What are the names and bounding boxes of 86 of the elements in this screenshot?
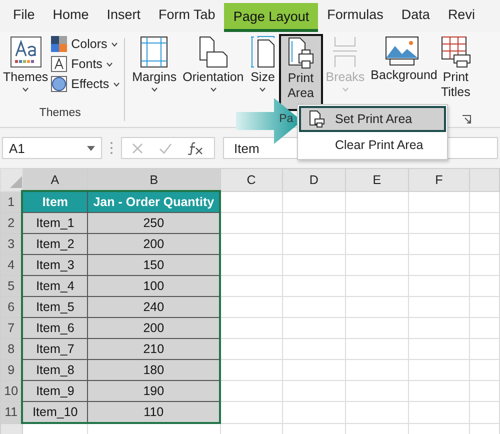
ribbon-tab[interactable]: Formulas bbox=[318, 0, 392, 32]
table-cell: 100 bbox=[88, 276, 220, 296]
table-cell: Item_5 bbox=[22, 296, 88, 318]
dropdown-arrow-icon bbox=[87, 146, 95, 150]
check-icon[interactable] bbox=[159, 142, 172, 154]
column-header[interactable]: F bbox=[408, 168, 470, 191]
select-all-icon[interactable] bbox=[10, 176, 22, 188]
group-label: Themes bbox=[38, 107, 82, 121]
dialog-launcher-icon[interactable] bbox=[462, 114, 471, 124]
column-header[interactable]: D bbox=[282, 168, 346, 191]
caret-icon bbox=[22, 87, 30, 92]
header-cell: Item bbox=[22, 191, 88, 212]
page-break-icon bbox=[332, 36, 358, 68]
table-cell: 250 bbox=[88, 212, 220, 234]
row-header[interactable]: 3 bbox=[0, 234, 22, 254]
row-header[interactable]: 7 bbox=[0, 318, 22, 338]
ribbon-button[interactable]: Print Area bbox=[278, 34, 323, 111]
table-cell: Item_3 bbox=[22, 254, 88, 276]
table-cell: Item_2 bbox=[22, 234, 88, 254]
column-header[interactable]: C bbox=[220, 168, 282, 191]
row-header[interactable]: 4 bbox=[0, 254, 22, 276]
theme-option-button[interactable]: Effects bbox=[51, 76, 120, 92]
pages-icon bbox=[198, 36, 228, 68]
header-cell: Jan - Order Quantity bbox=[88, 191, 220, 212]
theme-option-button[interactable]: Colors bbox=[51, 36, 120, 52]
row-header[interactable]: 6 bbox=[0, 296, 22, 318]
color-squares-icon bbox=[51, 36, 68, 52]
row-header[interactable]: 9 bbox=[0, 360, 22, 380]
caret-icon bbox=[259, 87, 266, 92]
circle-icon bbox=[51, 76, 68, 92]
table-cell: 200 bbox=[88, 234, 220, 254]
name-box[interactable]: A1 bbox=[2, 137, 102, 159]
font-letter-icon bbox=[51, 56, 68, 72]
table-cell: 190 bbox=[88, 380, 220, 402]
caret-icon bbox=[342, 87, 349, 92]
table-cell: Item_4 bbox=[22, 276, 88, 296]
ribbon-button[interactable]: Orientation bbox=[180, 34, 247, 111]
table-cell: 240 bbox=[88, 296, 220, 318]
cancel-icon[interactable] bbox=[132, 142, 143, 154]
row-header[interactable]: 10 bbox=[0, 380, 22, 402]
row-header[interactable]: 2 bbox=[0, 212, 22, 234]
caret-icon bbox=[111, 42, 118, 46]
table-cell: 200 bbox=[88, 318, 220, 338]
column-header[interactable]: B bbox=[88, 168, 220, 191]
row-header[interactable]: 1 bbox=[0, 191, 22, 212]
table-cell: Item_10 bbox=[22, 402, 88, 423]
theme-option-button[interactable]: Fonts bbox=[51, 56, 120, 72]
grid-printer-icon bbox=[440, 36, 471, 68]
page-printer-icon bbox=[286, 37, 315, 69]
ribbon-tab[interactable]: Revi bbox=[438, 0, 484, 32]
function-icon[interactable] bbox=[188, 142, 204, 154]
table-cell: 180 bbox=[88, 360, 220, 380]
row-header[interactable]: 11 bbox=[0, 402, 22, 423]
caret-icon bbox=[210, 87, 217, 92]
row-header[interactable]: 8 bbox=[0, 338, 22, 360]
ribbon-tab[interactable]: Insert bbox=[98, 0, 150, 32]
landscape-picture-icon bbox=[384, 36, 419, 66]
drag-handle-icon[interactable] bbox=[110, 141, 113, 155]
ribbon-tab[interactable]: Page Layout bbox=[224, 3, 318, 32]
ribbon-tab[interactable]: File bbox=[4, 0, 44, 32]
caret-icon bbox=[150, 87, 158, 92]
themes-button[interactable]: Themes bbox=[0, 34, 52, 107]
row-header[interactable]: 5 bbox=[0, 276, 22, 296]
column-header[interactable]: A bbox=[22, 168, 88, 191]
ribbon-tab[interactable]: Data bbox=[392, 0, 439, 32]
margins-icon bbox=[140, 36, 168, 68]
page-printer-icon bbox=[309, 110, 325, 128]
caret-icon bbox=[106, 62, 114, 66]
table-cell: Item_7 bbox=[22, 338, 88, 360]
table-cell: Item_6 bbox=[22, 318, 88, 338]
ribbon-button[interactable]: Margins bbox=[129, 34, 180, 111]
ribbon-button[interactable]: Size bbox=[246, 34, 279, 111]
table-cell: Item_1 bbox=[22, 212, 88, 234]
group-label: Pa bbox=[279, 113, 294, 125]
table-cell: Item_8 bbox=[22, 360, 88, 380]
page-size-icon bbox=[250, 36, 276, 68]
table-cell: 210 bbox=[88, 338, 220, 360]
table-cell: Item_9 bbox=[22, 380, 88, 402]
ribbon-tab[interactable]: Form Tab bbox=[150, 0, 224, 32]
caret-icon bbox=[113, 82, 120, 86]
themes-icon bbox=[10, 36, 42, 68]
menu-item[interactable]: Set Print Area bbox=[299, 106, 446, 132]
column-header[interactable]: E bbox=[345, 168, 408, 191]
ribbon-tab[interactable]: Home bbox=[44, 0, 98, 32]
table-cell: 150 bbox=[88, 254, 220, 276]
table-cell: 110 bbox=[88, 402, 220, 423]
